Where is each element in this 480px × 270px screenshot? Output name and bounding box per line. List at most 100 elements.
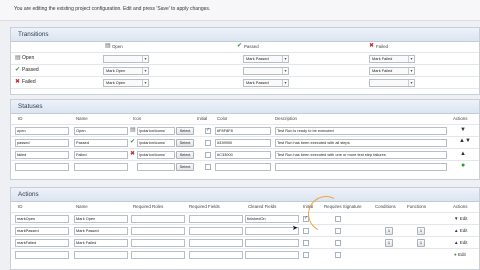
open-status-icon: ▤	[105, 43, 111, 49]
status-color-input[interactable]: #C33000	[215, 151, 271, 159]
edit-action-link[interactable]: ● Edit	[454, 251, 466, 258]
actions-section: Actions ID Name Required Roles Required …	[10, 187, 480, 270]
required-fields-input[interactable]	[189, 215, 243, 223]
conditions-button[interactable]: 1	[385, 227, 393, 235]
status-icon-input[interactable]: /polarion/icons/	[137, 139, 175, 147]
conditions-button[interactable]: 1	[385, 239, 393, 247]
status-id-input[interactable]: failed	[15, 151, 69, 159]
transition-row: ✖ Failed Mark Open ▾ Mark Passed ▾ ▾	[11, 78, 479, 89]
status-color-input[interactable]: #F8F8F8	[215, 127, 271, 135]
required-fields-input[interactable]	[189, 239, 243, 247]
hdr-initial: Initial	[197, 116, 208, 121]
action-initial-checkbox[interactable]	[303, 252, 309, 258]
move-down-icon[interactable]: ▼	[460, 127, 466, 134]
status-name-input-new[interactable]	[74, 163, 128, 171]
transition-open-open-select[interactable]: ▾	[103, 55, 149, 63]
cleared-fields-input[interactable]	[245, 227, 299, 235]
required-fields-input[interactable]	[189, 227, 243, 235]
edit-action-link[interactable]: ▲ Edit	[454, 239, 468, 246]
status-color-input-new[interactable]	[215, 163, 271, 171]
add-action-icon: ●	[454, 252, 457, 257]
required-roles-input[interactable]	[131, 227, 185, 235]
status-name-input[interactable]: Open	[74, 127, 128, 135]
transitions-section: Transitions ▤ Open ✔ Passed ✖ Failed ▤ O…	[10, 27, 480, 95]
required-roles-input[interactable]	[131, 239, 185, 247]
transition-passed-failed-select[interactable]: Mark Failed ▾	[369, 67, 415, 75]
status-name-input[interactable]: Failed	[74, 151, 128, 159]
action-name-input[interactable]: Mark Open	[74, 215, 128, 223]
transitions-header-row: ▤ Open ✔ Passed ✖ Failed	[11, 42, 479, 53]
action-id-input[interactable]: markFailed	[15, 239, 69, 247]
status-description-input-new[interactable]	[275, 163, 447, 171]
transition-passed-passed-select[interactable]: ▾	[243, 67, 289, 75]
action-name-input-new[interactable]	[74, 251, 128, 259]
edit-action-link[interactable]: ▼ Edit	[454, 215, 468, 222]
status-icon-input[interactable]: /polarion/icons/	[137, 151, 175, 159]
status-description-input[interactable]: Test Run is ready to be executed	[275, 127, 447, 135]
status-description-input[interactable]: Test Run has been executed with one or m…	[275, 151, 447, 159]
status-icon-input[interactable]: /polarion/icons/	[137, 127, 175, 135]
add-status-icon[interactable]: ●	[461, 162, 465, 169]
initial-checkbox[interactable]	[205, 127, 211, 134]
initial-checkbox[interactable]	[205, 140, 211, 146]
select-icon-button[interactable]: Select	[176, 151, 194, 159]
passed-status-icon: ✔	[130, 139, 136, 145]
action-id-input[interactable]: markPassed	[15, 227, 69, 235]
transition-failed-passed-select[interactable]: Mark Passed ▾	[243, 79, 289, 87]
requires-signature-checkbox[interactable]	[335, 240, 341, 246]
transition-open-passed-select[interactable]: Mark Passed ▾	[243, 55, 289, 63]
action-name-input[interactable]: Mark Failed	[74, 239, 128, 247]
status-color-input[interactable]: #339900	[215, 139, 271, 147]
functions-button[interactable]: 1	[417, 239, 425, 247]
status-id-input[interactable]: open	[15, 127, 69, 135]
hdr-id: ID	[18, 116, 23, 121]
select-icon-button[interactable]: Select	[176, 127, 194, 135]
edit-label: Edit	[459, 228, 468, 233]
edit-label: Edit	[459, 216, 468, 221]
hdr-conditions: Conditions	[375, 204, 396, 209]
transition-open-failed-select[interactable]: Mark Failed ▾	[369, 55, 415, 63]
edit-action-link[interactable]: ▲ Edit	[454, 227, 468, 234]
action-id-input-new[interactable]	[15, 251, 69, 259]
transition-failed-failed-select[interactable]: ▾	[369, 79, 415, 87]
action-id-input[interactable]: markOpen	[15, 215, 69, 223]
status-id-input-new[interactable]	[15, 163, 69, 171]
passed-status-icon: ✔	[15, 67, 21, 73]
cleared-fields-input[interactable]	[245, 239, 299, 247]
action-new-row: ● Edit	[11, 250, 479, 261]
action-initial-checkbox[interactable]	[303, 240, 309, 246]
cleared-fields-input-new[interactable]	[245, 251, 299, 259]
statuses-section: Statuses ID Name Icon Initial Color Desc…	[10, 99, 480, 180]
functions-button[interactable]: 1	[417, 227, 425, 235]
transition-passed-open-select[interactable]: Mark Open ▾	[103, 67, 149, 75]
mouse-cursor-icon: ➤	[292, 225, 298, 232]
cleared-fields-input[interactable]: finishedOn	[245, 215, 299, 223]
status-icon-input-new[interactable]	[137, 163, 175, 171]
initial-checkbox[interactable]	[205, 152, 211, 158]
transition-row-label: Failed	[22, 79, 36, 85]
select-icon-button[interactable]: Select	[176, 139, 194, 147]
action-name-input[interactable]: Mark Passed	[74, 227, 128, 235]
col-passed: Passed	[244, 44, 259, 49]
edit-label: Edit	[459, 240, 468, 245]
initial-checkbox[interactable]	[205, 164, 211, 170]
action-initial-checkbox[interactable]	[303, 228, 309, 234]
status-description-input[interactable]: Test Run has been executed with all step…	[275, 139, 447, 147]
required-fields-input-new[interactable]	[189, 251, 243, 259]
select-icon-button[interactable]: Select	[176, 163, 194, 171]
move-up-down-icon[interactable]: ▲▼	[459, 138, 471, 145]
requires-signature-checkbox[interactable]	[335, 252, 341, 258]
status-row: passed Passed ✔ /polarion/icons/ Select …	[11, 138, 479, 149]
required-roles-input-new[interactable]	[131, 251, 185, 259]
hdr-actions: Actions	[453, 116, 468, 121]
status-name-input[interactable]: Passed	[74, 139, 128, 147]
status-id-input[interactable]: passed	[15, 139, 69, 147]
transitions-title: Transitions	[11, 28, 479, 42]
move-up-icon[interactable]: ▲	[460, 151, 466, 158]
col-failed: Failed	[376, 44, 388, 49]
hdr-id: ID	[18, 204, 23, 209]
hdr-required-roles: Required Roles	[133, 204, 164, 209]
required-roles-input[interactable]	[131, 215, 185, 223]
passed-status-icon: ✔	[237, 43, 243, 49]
transition-failed-open-select[interactable]: Mark Open ▾	[103, 79, 149, 87]
